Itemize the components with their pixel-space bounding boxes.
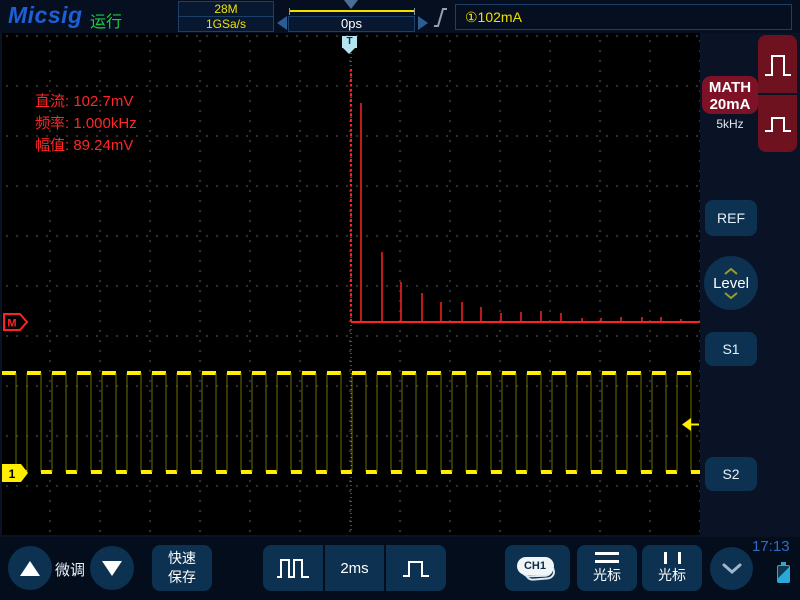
pulse-wide-button[interactable] (758, 35, 797, 93)
triangle-up-icon (20, 561, 40, 576)
sidebar-pulse-buttons (758, 35, 797, 152)
channel-select-button[interactable]: CH1 (505, 545, 570, 591)
ch1-channel-marker[interactable]: 1 (2, 464, 29, 483)
waveform-display[interactable]: 直流: 102.7mV 频率: 1.000kHz 幅值: 89.24mV M 1… (2, 33, 700, 535)
measurement-dc: 直流: 102.7mV (35, 91, 137, 113)
triangle-down-icon (102, 561, 122, 576)
memory-position-pointer-icon (344, 0, 358, 9)
horizontal-cursor-button[interactable]: 光标 (577, 545, 637, 591)
fine-tune-label: 微调 (55, 559, 85, 580)
quick-save-button[interactable]: 快速 保存 (152, 545, 212, 591)
timebase-value[interactable]: 2ms (323, 545, 385, 591)
trigger-level-arrow-icon[interactable] (681, 417, 700, 432)
math-badge-line1: MATH (702, 79, 758, 96)
run-status[interactable]: 运行 (90, 8, 122, 32)
quick-save-line1: 快速 (168, 549, 196, 568)
channel-pill-label: CH1 (517, 557, 554, 575)
horizontal-cursors-icon (595, 552, 619, 563)
measurement-amplitude: 幅值: 89.24mV (35, 135, 137, 157)
trigger-source-box[interactable]: ①102mA (455, 4, 792, 30)
measurement-frequency: 频率: 1.000kHz (35, 113, 137, 135)
rising-edge-icon[interactable] (433, 6, 448, 29)
trigger-position-value: 0ps (341, 16, 362, 31)
fine-tune-up-button[interactable] (8, 546, 52, 590)
pulse-wide-icon (764, 51, 792, 77)
s1-button[interactable]: S1 (705, 332, 757, 366)
trigger-source-value: ①102mA (465, 9, 522, 25)
brand-logo: Micsig (8, 2, 83, 29)
trigger-position-marker[interactable]: T (342, 36, 357, 48)
chevron-down-icon (721, 562, 743, 575)
pulse-narrow-icon (764, 110, 792, 136)
trigger-position-box[interactable]: 0ps (288, 16, 415, 32)
timebase-control: 2ms (263, 545, 446, 591)
measurement-readout: 直流: 102.7mV 频率: 1.000kHz 幅值: 89.24mV (35, 91, 137, 157)
collapse-menu-button[interactable] (710, 547, 753, 590)
pulse-train-icon (276, 557, 310, 579)
math-channel-badge[interactable]: MATH 20mA (702, 76, 758, 114)
pulse-narrow-button[interactable] (758, 93, 797, 153)
chevron-down-icon (723, 292, 739, 299)
vertical-cursors-icon (664, 552, 681, 564)
chevron-up-icon (723, 268, 739, 275)
clock: 17:13 (752, 538, 790, 555)
level-button[interactable]: Level (704, 256, 758, 310)
single-pulse-button[interactable] (384, 545, 446, 591)
channel-pill-stack: CH1 (516, 554, 560, 582)
sample-rate: 1GSa/s (178, 16, 274, 32)
vertical-cursor-label: 光标 (658, 565, 686, 585)
oscilloscope-app: Micsig 运行 28M 1GSa/s 0ps ①102mA 直流: 102.… (0, 0, 800, 600)
ref-button[interactable]: REF (705, 200, 757, 236)
svg-text:1: 1 (9, 467, 16, 481)
trigger-pos-left-arrow-icon[interactable] (277, 16, 287, 30)
s2-button[interactable]: S2 (705, 457, 757, 491)
single-pulse-icon (402, 558, 430, 578)
acquisition-box[interactable]: 28M 1GSa/s (178, 1, 274, 32)
vertical-cursor-button[interactable]: 光标 (642, 545, 702, 591)
bottom-bar: 微调 快速 保存 2ms CH1 (0, 537, 800, 600)
pulse-train-button[interactable] (263, 545, 323, 591)
horizontal-cursor-label: 光标 (593, 565, 621, 585)
memory-position-bar (289, 8, 415, 15)
fine-tune-down-button[interactable] (90, 546, 134, 590)
battery-icon (777, 565, 790, 583)
memory-depth: 28M (178, 1, 274, 17)
math-channel-marker[interactable]: M (3, 313, 29, 331)
trigger-pos-right-arrow-icon[interactable] (418, 16, 428, 30)
top-bar: Micsig 运行 28M 1GSa/s 0ps ①102mA (0, 0, 800, 33)
math-freq-label: 5kHz (702, 117, 758, 131)
level-button-label: Level (713, 275, 749, 292)
math-badge-line2: 20mA (702, 96, 758, 113)
svg-text:M: M (7, 318, 16, 330)
quick-save-line2: 保存 (168, 568, 196, 587)
